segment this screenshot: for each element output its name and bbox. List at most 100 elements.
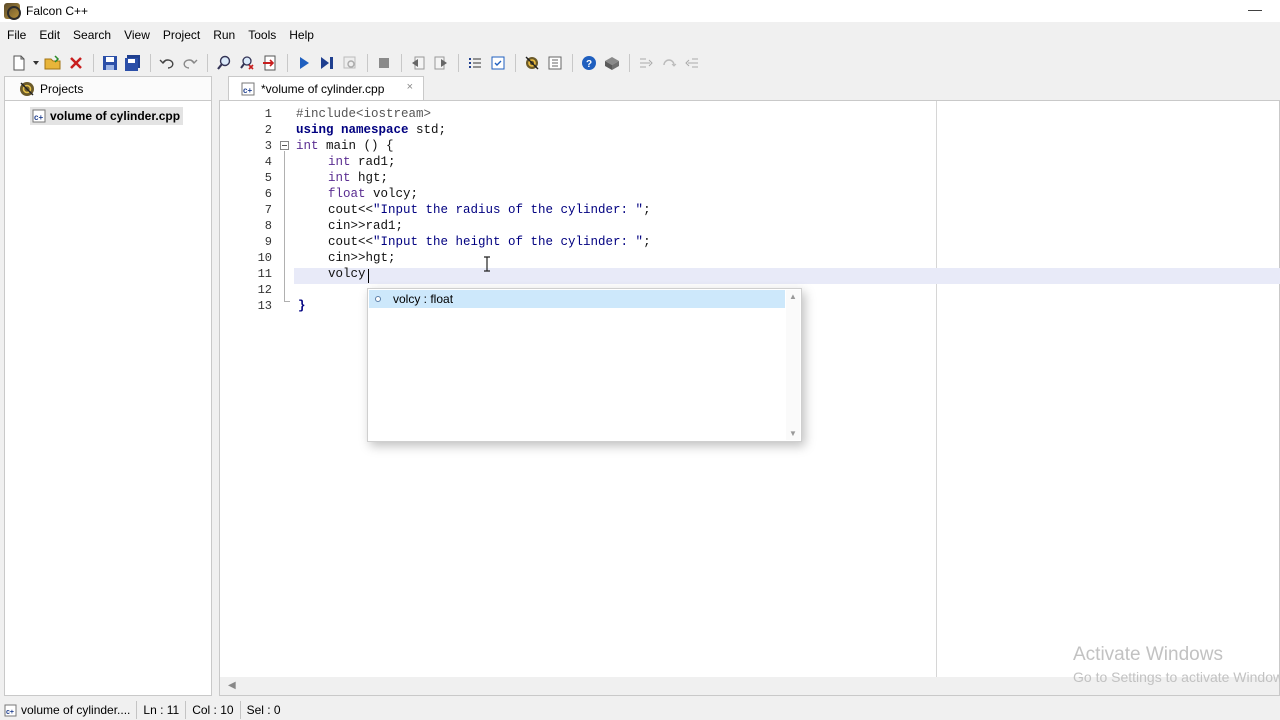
autocomplete-popup: volcy : float ▲ ▼ <box>367 288 802 442</box>
line-number: 8 <box>264 219 272 233</box>
check-doc-icon[interactable] <box>487 52 509 74</box>
redo-arrow-icon[interactable] <box>658 52 680 74</box>
stop-icon[interactable] <box>373 52 395 74</box>
scroll-up-icon[interactable]: ▲ <box>789 292 797 301</box>
code-token: volcy <box>328 267 366 281</box>
type-token: int <box>296 139 319 153</box>
debug-icon[interactable] <box>339 52 361 74</box>
activate-windows-title: Activate Windows <box>1073 644 1223 665</box>
run-icon[interactable] <box>293 52 315 74</box>
properties-icon[interactable] <box>544 52 566 74</box>
toolbar-separator <box>629 54 630 72</box>
preprocessor-token: #include<iostream> <box>296 107 432 121</box>
code-token: rad1; <box>350 155 396 169</box>
line-number: 13 <box>257 299 272 313</box>
code-line-5: int hgt; <box>328 170 388 186</box>
type-token: int <box>328 171 351 185</box>
close-tab-icon[interactable]: × <box>407 81 413 93</box>
status-bar: c+ volume of cylinder.... Ln : 11 Col : … <box>0 700 1280 720</box>
code-token: volcy; <box>365 187 419 201</box>
new-file-icon[interactable] <box>8 52 30 74</box>
run-to-end-icon[interactable] <box>316 52 338 74</box>
code-line-2: using namespace std; <box>296 122 446 138</box>
menu-file[interactable]: File <box>0 24 32 46</box>
status-selection: Sel : 0 <box>246 703 281 717</box>
scroll-down-icon[interactable]: ▼ <box>789 429 797 438</box>
fold-guide-end <box>284 301 290 302</box>
title-bar: Falcon C++ — <box>0 0 1280 22</box>
project-file-item[interactable]: c+ volume of cylinder.cpp <box>30 107 184 125</box>
code-line-10: cin>>hgt; <box>328 250 396 266</box>
menu-search[interactable]: Search <box>66 24 117 46</box>
code-line-4: int rad1; <box>328 154 396 170</box>
toolbar: ? <box>0 50 1280 76</box>
undo-icon[interactable] <box>156 52 178 74</box>
code-line-3: int main () { <box>296 138 394 154</box>
project-file-label: volume of cylinder.cpp <box>50 109 181 123</box>
help-icon[interactable]: ? <box>578 52 600 74</box>
save-icon[interactable] <box>99 52 121 74</box>
autocomplete-scrollbar[interactable]: ▲ ▼ <box>786 290 800 440</box>
status-file: c+ volume of cylinder.... <box>0 701 138 719</box>
line-number: 1 <box>264 107 272 121</box>
menu-tools[interactable]: Tools <box>241 24 282 46</box>
string-token: "Input the height of the cylinder: " <box>373 235 644 249</box>
code-line-8: cin>>rad1; <box>328 218 403 234</box>
line-number: 3 <box>264 139 272 153</box>
code-line-6: float volcy; <box>328 186 418 202</box>
step-back-icon[interactable] <box>407 52 429 74</box>
menu-edit[interactable]: Edit <box>32 24 66 46</box>
build-icon[interactable] <box>521 52 543 74</box>
save-all-icon[interactable] <box>122 52 144 74</box>
goto-icon[interactable] <box>259 52 281 74</box>
outdent-icon[interactable] <box>681 52 703 74</box>
package-icon[interactable] <box>601 52 623 74</box>
editor-tab[interactable]: c+ *volume of cylinder.cpp × <box>228 76 424 100</box>
code-token: hgt; <box>350 171 389 185</box>
status-line: Ln : 11 <box>137 701 187 719</box>
status-file-label: volume of cylinder.... <box>21 703 131 717</box>
svg-text:c+: c+ <box>243 86 252 95</box>
toolbar-separator <box>150 54 151 72</box>
toolbar-separator <box>401 54 402 72</box>
line-number: 6 <box>264 187 272 201</box>
menu-run[interactable]: Run <box>206 24 241 46</box>
line-number: 9 <box>264 235 272 249</box>
menu-view[interactable]: View <box>117 24 156 46</box>
current-line-highlight <box>294 268 1280 284</box>
autocomplete-item[interactable]: volcy : float <box>369 290 785 308</box>
cpp-file-icon: c+ <box>4 704 17 716</box>
minimize-button[interactable]: — <box>1248 1 1262 17</box>
projects-panel: c+ volume of cylinder.cpp <box>4 100 212 696</box>
dropdown-arrow-icon[interactable] <box>31 52 41 74</box>
bullet-list-icon[interactable] <box>464 52 486 74</box>
toolbar-separator <box>367 54 368 72</box>
scroll-left-icon[interactable]: ◀ <box>228 680 236 691</box>
code-token: cout<< <box>328 235 374 249</box>
find-icon[interactable] <box>213 52 235 74</box>
code-token: } <box>298 299 306 313</box>
autocomplete-item-label: volcy : float <box>393 292 454 306</box>
code-token: ; <box>643 203 651 217</box>
code-line-13: } <box>298 298 306 314</box>
string-token: "Input the radius of the cylinder: " <box>373 203 644 217</box>
keyword-token: using namespace <box>296 123 409 137</box>
toolbar-separator <box>287 54 288 72</box>
code-line-7: cout<<"Input the radius of the cylinder:… <box>328 202 651 218</box>
menu-project[interactable]: Project <box>156 24 206 46</box>
step-forward-icon[interactable] <box>430 52 452 74</box>
line-number-gutter: 1 2 3 4 5 6 7 8 9 10 11 12 13 <box>220 101 294 677</box>
fold-toggle-icon[interactable] <box>280 141 289 150</box>
toolbar-separator <box>93 54 94 72</box>
replace-icon[interactable] <box>236 52 258 74</box>
redo-icon[interactable] <box>179 52 201 74</box>
line-number: 7 <box>264 203 272 217</box>
close-file-icon[interactable] <box>65 52 87 74</box>
toolbar-separator <box>207 54 208 72</box>
variable-icon <box>375 296 381 302</box>
open-folder-icon[interactable] <box>42 52 64 74</box>
fold-guide <box>284 151 285 301</box>
indent-icon[interactable] <box>635 52 657 74</box>
projects-tab[interactable]: Projects <box>4 76 212 100</box>
menu-help[interactable]: Help <box>282 24 320 46</box>
